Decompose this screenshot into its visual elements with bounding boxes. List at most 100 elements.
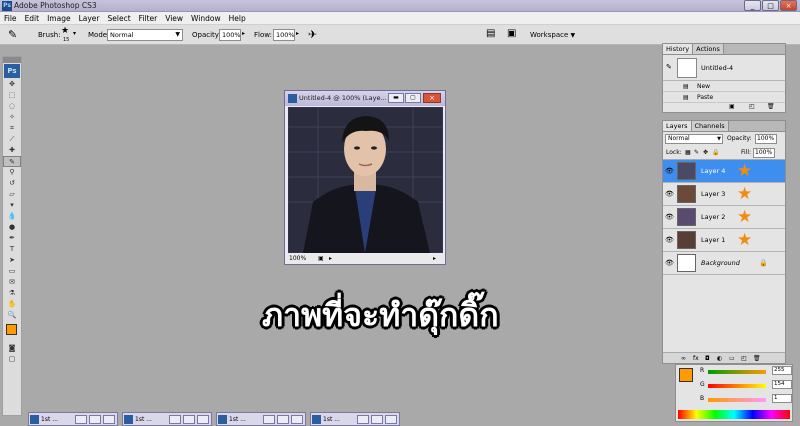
menu-select[interactable]: Select	[104, 12, 135, 25]
move-tool-icon[interactable]: ✥	[3, 79, 21, 90]
menu-filter[interactable]: Filter	[135, 12, 162, 25]
blend-mode-select[interactable]: Normal ▼	[665, 134, 723, 144]
adjustment-layer-icon[interactable]: ◐	[717, 353, 722, 364]
document-title-bar[interactable]: Untitled-4 @ 100% (Laye... ▬ ▢ ×	[285, 91, 445, 106]
lock-all-icon[interactable]: 🔒	[712, 146, 719, 160]
doc-maximize-button[interactable]: ▢	[405, 93, 421, 103]
opacity-input[interactable]: 100%	[219, 29, 241, 41]
quick-mask-icon[interactable]: ◙	[3, 343, 21, 354]
eye-icon[interactable]: 👁	[665, 213, 674, 221]
layer-row-background[interactable]: 👁 Background 🔒	[663, 252, 785, 275]
lock-transparency-icon[interactable]: ▦	[685, 146, 691, 160]
minimized-document[interactable]: 1st ...	[28, 412, 118, 426]
delete-state-icon[interactable]: 🗑	[767, 103, 775, 110]
menu-view[interactable]: View	[161, 12, 187, 25]
status-info-icon[interactable]: ▣	[318, 254, 324, 264]
path-selection-tool-icon[interactable]: ➤	[3, 255, 21, 266]
palette-well-icon[interactable]: ▤	[486, 28, 495, 39]
fill-input[interactable]: 100%	[753, 148, 775, 158]
link-layers-icon[interactable]: ∞	[681, 353, 686, 364]
minimized-document[interactable]: 1st ...	[216, 412, 306, 426]
eye-icon[interactable]: 👁	[665, 190, 674, 198]
maximize-icon[interactable]	[183, 415, 195, 424]
history-brush-tool-icon[interactable]: ↺	[3, 178, 21, 189]
flow-input[interactable]: 100%	[273, 29, 295, 41]
status-arrow-icon[interactable]: ▸	[329, 254, 332, 264]
lock-pixels-icon[interactable]: ✎	[694, 146, 699, 160]
restore-icon[interactable]	[75, 415, 87, 424]
blue-slider[interactable]	[708, 398, 766, 402]
tab-channels[interactable]: Channels	[691, 121, 729, 131]
minimize-button[interactable]: _	[744, 0, 761, 11]
brush-dropdown-icon[interactable]: ▾	[73, 30, 76, 37]
red-slider[interactable]	[708, 370, 766, 374]
maximize-icon[interactable]	[371, 415, 383, 424]
red-input[interactable]: 255	[772, 366, 792, 375]
tab-actions[interactable]: Actions	[693, 44, 724, 54]
zoom-tool-icon[interactable]: 🔍	[3, 310, 21, 321]
menu-window[interactable]: Window	[187, 12, 225, 25]
pen-tool-icon[interactable]: ✒	[3, 233, 21, 244]
notes-tool-icon[interactable]: ✉	[3, 277, 21, 288]
paint-bucket-tool-icon[interactable]: ▾	[3, 200, 21, 211]
new-group-icon[interactable]: ▭	[729, 353, 735, 364]
doc-close-button[interactable]: ×	[423, 93, 441, 103]
blue-input[interactable]: 1	[772, 394, 792, 403]
opacity-slider-icon[interactable]: ▸	[242, 30, 245, 37]
layer-row-layer-2[interactable]: 👁 Layer 2 ★	[663, 206, 785, 229]
menu-layer[interactable]: Layer	[75, 12, 104, 25]
maximize-button[interactable]: □	[762, 0, 779, 11]
delete-layer-icon[interactable]: 🗑	[753, 353, 761, 364]
screen-mode-icon[interactable]: ▢	[3, 354, 21, 365]
menu-edit[interactable]: Edit	[21, 12, 44, 25]
minimized-document[interactable]: 1st ...	[122, 412, 212, 426]
dodge-tool-icon[interactable]: ●	[3, 222, 21, 233]
close-icon[interactable]	[103, 415, 115, 424]
zoom-level[interactable]: 100%	[289, 254, 306, 264]
clone-stamp-tool-icon[interactable]: ⚲	[3, 167, 21, 178]
blur-tool-icon[interactable]: 💧	[3, 211, 21, 222]
marquee-tool-icon[interactable]: ⬚	[3, 90, 21, 101]
brush-tool-icon[interactable]: ✎	[3, 156, 21, 167]
magic-wand-tool-icon[interactable]: ✧	[3, 112, 21, 123]
lock-position-icon[interactable]: ✥	[703, 146, 708, 160]
brush-tool-icon[interactable]: ✎	[8, 28, 17, 41]
history-state-row[interactable]: ▤ New	[663, 81, 785, 92]
tab-layers[interactable]: Layers	[663, 121, 692, 131]
menu-file[interactable]: File	[0, 12, 21, 25]
eyedropper-tool-icon[interactable]: ⚗	[3, 288, 21, 299]
flow-slider-icon[interactable]: ▸	[296, 30, 299, 37]
scroll-right-icon[interactable]: ▸	[433, 254, 436, 264]
green-slider[interactable]	[708, 384, 766, 388]
close-icon[interactable]	[385, 415, 397, 424]
bridge-icon[interactable]: ▣	[507, 28, 516, 39]
close-button[interactable]: ×	[780, 0, 797, 11]
color-foreground-swatch[interactable]	[679, 368, 693, 382]
new-snapshot-icon[interactable]: ◰	[749, 103, 755, 110]
new-layer-icon[interactable]: ◰	[741, 353, 747, 364]
hand-tool-icon[interactable]: ✋	[3, 299, 21, 310]
close-icon[interactable]	[197, 415, 209, 424]
lasso-tool-icon[interactable]: ◌	[3, 101, 21, 112]
eye-icon[interactable]: 👁	[665, 236, 674, 244]
layer-mask-icon[interactable]: ◘	[705, 353, 710, 364]
healing-tool-icon[interactable]: ✚	[3, 145, 21, 156]
maximize-icon[interactable]	[89, 415, 101, 424]
tab-history[interactable]: History	[663, 44, 694, 54]
menu-help[interactable]: Help	[225, 12, 250, 25]
restore-icon[interactable]	[357, 415, 369, 424]
new-document-from-state-icon[interactable]: ▣	[729, 103, 735, 110]
slice-tool-icon[interactable]: ⟋	[3, 134, 21, 145]
green-input[interactable]: 154	[772, 380, 792, 389]
history-snapshot-row[interactable]: ✎ Untitled-4	[663, 55, 785, 81]
restore-icon[interactable]	[169, 415, 181, 424]
close-icon[interactable]	[291, 415, 303, 424]
crop-tool-icon[interactable]: ⌗	[3, 123, 21, 134]
layer-row-layer-1[interactable]: 👁 Layer 1 ★	[663, 229, 785, 252]
history-brush-source-icon[interactable]: ✎	[666, 63, 672, 71]
layer-row-layer-4[interactable]: 👁 Layer 4 ★	[663, 160, 785, 183]
workspace-menu[interactable]: Workspace ▼	[530, 25, 575, 46]
color-ramp[interactable]	[678, 410, 790, 419]
brush-preset-icon[interactable]: ★	[61, 26, 69, 36]
eraser-tool-icon[interactable]: ▱	[3, 189, 21, 200]
